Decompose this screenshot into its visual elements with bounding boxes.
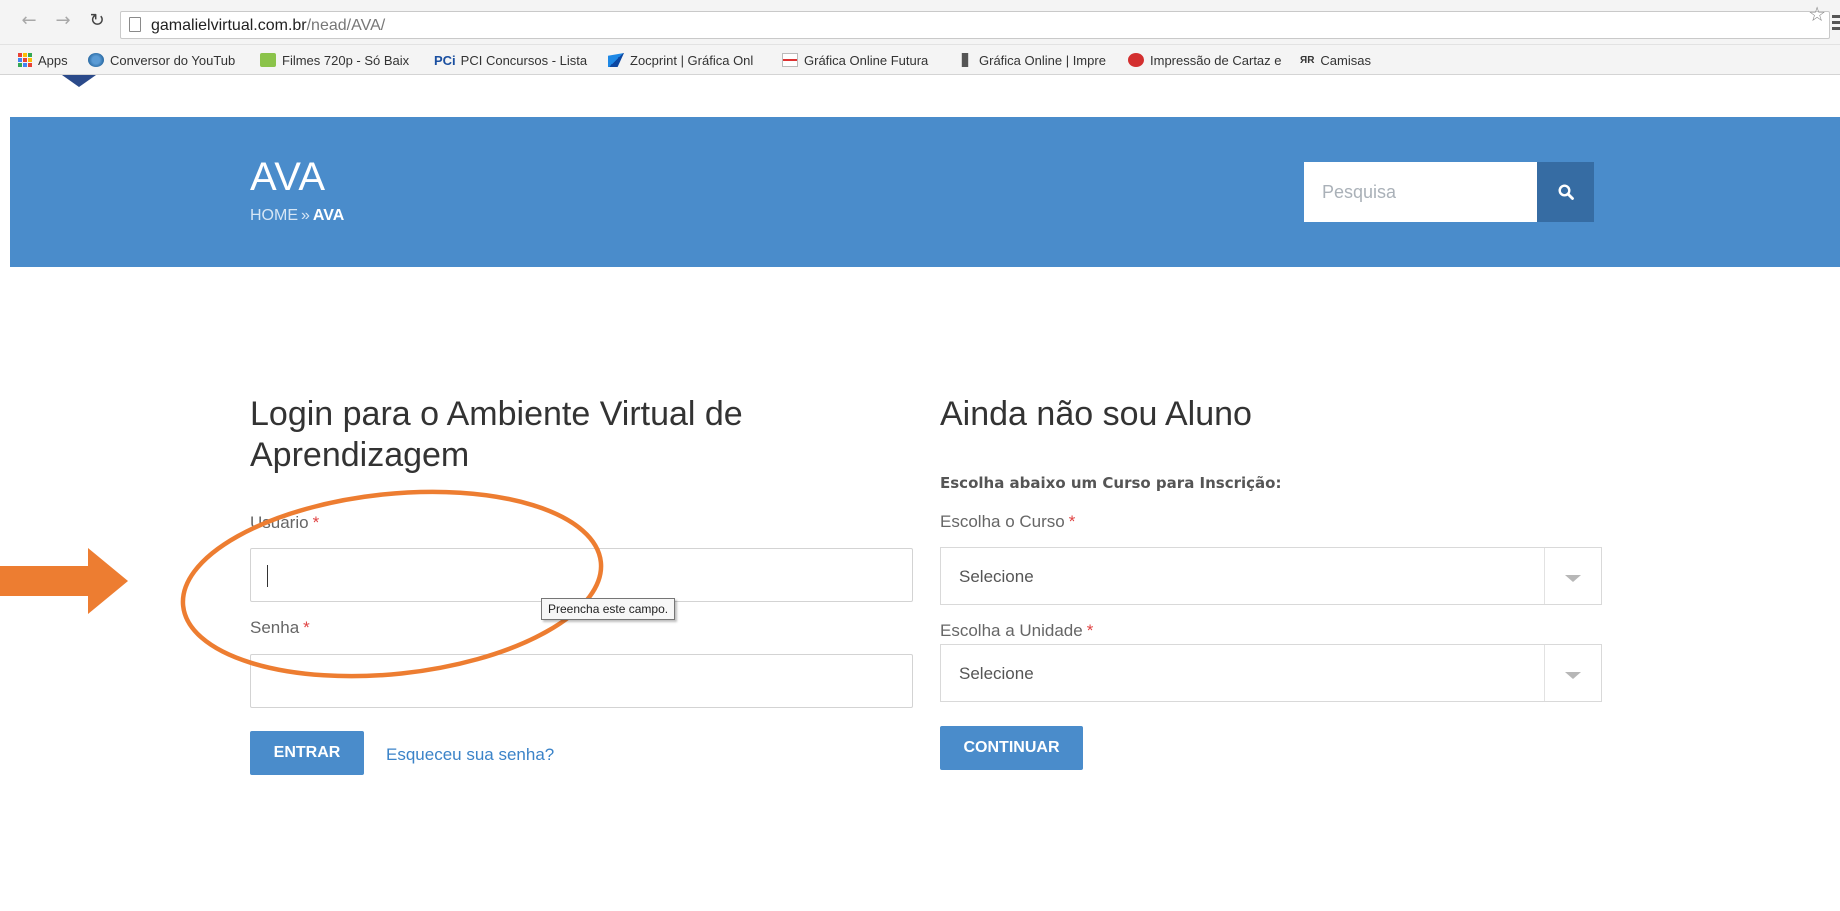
back-icon[interactable]: ← bbox=[18, 10, 40, 32]
signup-subtitle: Escolha abaixo um Curso para Inscrição: bbox=[940, 474, 1282, 492]
bookmark-label: Camisas bbox=[1320, 52, 1371, 68]
screenshot: ← → ↻ gamalielvirtual.com.br/nead/AVA/ ☆… bbox=[0, 0, 1840, 911]
continuar-button[interactable]: CONTINUAR bbox=[940, 726, 1083, 770]
bookmark-label: Conversor do YouTub bbox=[110, 52, 236, 68]
zocprint-icon bbox=[608, 53, 624, 67]
reload-icon[interactable]: ↻ bbox=[86, 10, 108, 32]
bookmark-pci[interactable]: PCi PCI Concursos - Lista bbox=[434, 51, 594, 69]
bookmark-grafica-online[interactable]: Gráfica Online | Impre bbox=[957, 51, 1113, 69]
signup-title: Ainda não sou Aluno bbox=[940, 395, 1252, 433]
bookmark-youtube-converter[interactable]: Conversor do YouTub bbox=[88, 51, 243, 69]
validation-tooltip: Preencha este campo. bbox=[541, 598, 676, 620]
breadcrumb: HOME» AVA bbox=[250, 207, 344, 225]
login-title: Login para o Ambiente Virtual de Aprendi… bbox=[250, 395, 743, 474]
annotation-ellipse bbox=[180, 489, 604, 679]
annotation-arrow bbox=[0, 548, 128, 614]
bookmark-label: Impressão de Cartaz e bbox=[1150, 52, 1282, 68]
page-icon bbox=[129, 17, 141, 32]
bookmark-label: Zocprint | Gráfica Onl bbox=[630, 52, 754, 68]
pci-icon: PCi bbox=[434, 52, 456, 68]
forward-icon[interactable]: → bbox=[52, 10, 74, 32]
unidade-label: Escolha a Unidade * bbox=[940, 621, 1094, 640]
address-url: gamalielvirtual.com.br/nead/AVA/ bbox=[151, 17, 386, 34]
print-icon bbox=[961, 53, 969, 67]
unidade-select-value: Selecione bbox=[959, 664, 1034, 683]
converter-icon bbox=[88, 53, 104, 67]
breadcrumb-home[interactable]: HOME bbox=[250, 207, 298, 224]
download-icon bbox=[260, 53, 276, 67]
shirt-icon: ЯR bbox=[1300, 54, 1315, 66]
breadcrumb-separator: » bbox=[301, 207, 310, 224]
bookmark-label: Gráfica Online Futura bbox=[804, 52, 929, 68]
bookmark-label: Gráfica Online | Impre bbox=[979, 52, 1106, 68]
bookmark-label: PCI Concursos - Lista bbox=[460, 52, 588, 68]
site-logo-fragment bbox=[62, 75, 96, 87]
browser-toolbar: ← → ↻ gamalielvirtual.com.br/nead/AVA/ ☆ bbox=[0, 0, 1840, 45]
apps-grid-icon bbox=[18, 53, 32, 67]
breadcrumb-current: AVA bbox=[312, 207, 345, 224]
poster-icon bbox=[1128, 53, 1144, 67]
bookmark-filmes[interactable]: Filmes 720p - Só Baix bbox=[260, 51, 422, 69]
bookmark-impressao-cartaz[interactable]: Impressão de Cartaz e bbox=[1128, 51, 1288, 69]
forgot-password-link[interactable]: Esqueceu sua senha? bbox=[386, 745, 554, 765]
search-input[interactable] bbox=[1304, 162, 1537, 222]
select-divider bbox=[1544, 645, 1545, 701]
page-title: AVA bbox=[250, 155, 326, 199]
search-icon bbox=[1558, 184, 1574, 200]
entrar-button[interactable]: ENTRAR bbox=[250, 731, 364, 775]
bookmark-camisas[interactable]: ЯR Camisas bbox=[1300, 51, 1371, 69]
bookmark-zocprint[interactable]: Zocprint | Gráfica Onl bbox=[608, 51, 768, 69]
curso-select-value: Selecione bbox=[959, 567, 1034, 586]
address-bar[interactable]: gamalielvirtual.com.br/nead/AVA/ bbox=[120, 11, 1830, 39]
bookmark-label: Filmes 720p - Só Baix bbox=[282, 52, 410, 68]
curso-label: Escolha o Curso * bbox=[940, 512, 1076, 531]
curso-select[interactable]: Selecione bbox=[940, 547, 1602, 605]
select-divider bbox=[1544, 548, 1545, 604]
futura-icon bbox=[782, 53, 798, 67]
chevron-down-icon bbox=[1565, 672, 1581, 679]
search-button[interactable] bbox=[1537, 162, 1594, 222]
bookmark-star-icon[interactable]: ☆ bbox=[1808, 2, 1826, 26]
bookmark-apps[interactable]: Apps bbox=[18, 51, 68, 69]
bookmark-grafica-futura[interactable]: Gráfica Online Futura bbox=[782, 51, 942, 69]
unidade-select[interactable]: Selecione bbox=[940, 644, 1602, 702]
bookmarks-bar: Apps Conversor do YouTub Filmes 720p - S… bbox=[0, 45, 1840, 75]
menu-icon[interactable] bbox=[1832, 15, 1840, 33]
chevron-down-icon bbox=[1565, 575, 1581, 582]
bookmark-label: Apps bbox=[38, 52, 68, 68]
